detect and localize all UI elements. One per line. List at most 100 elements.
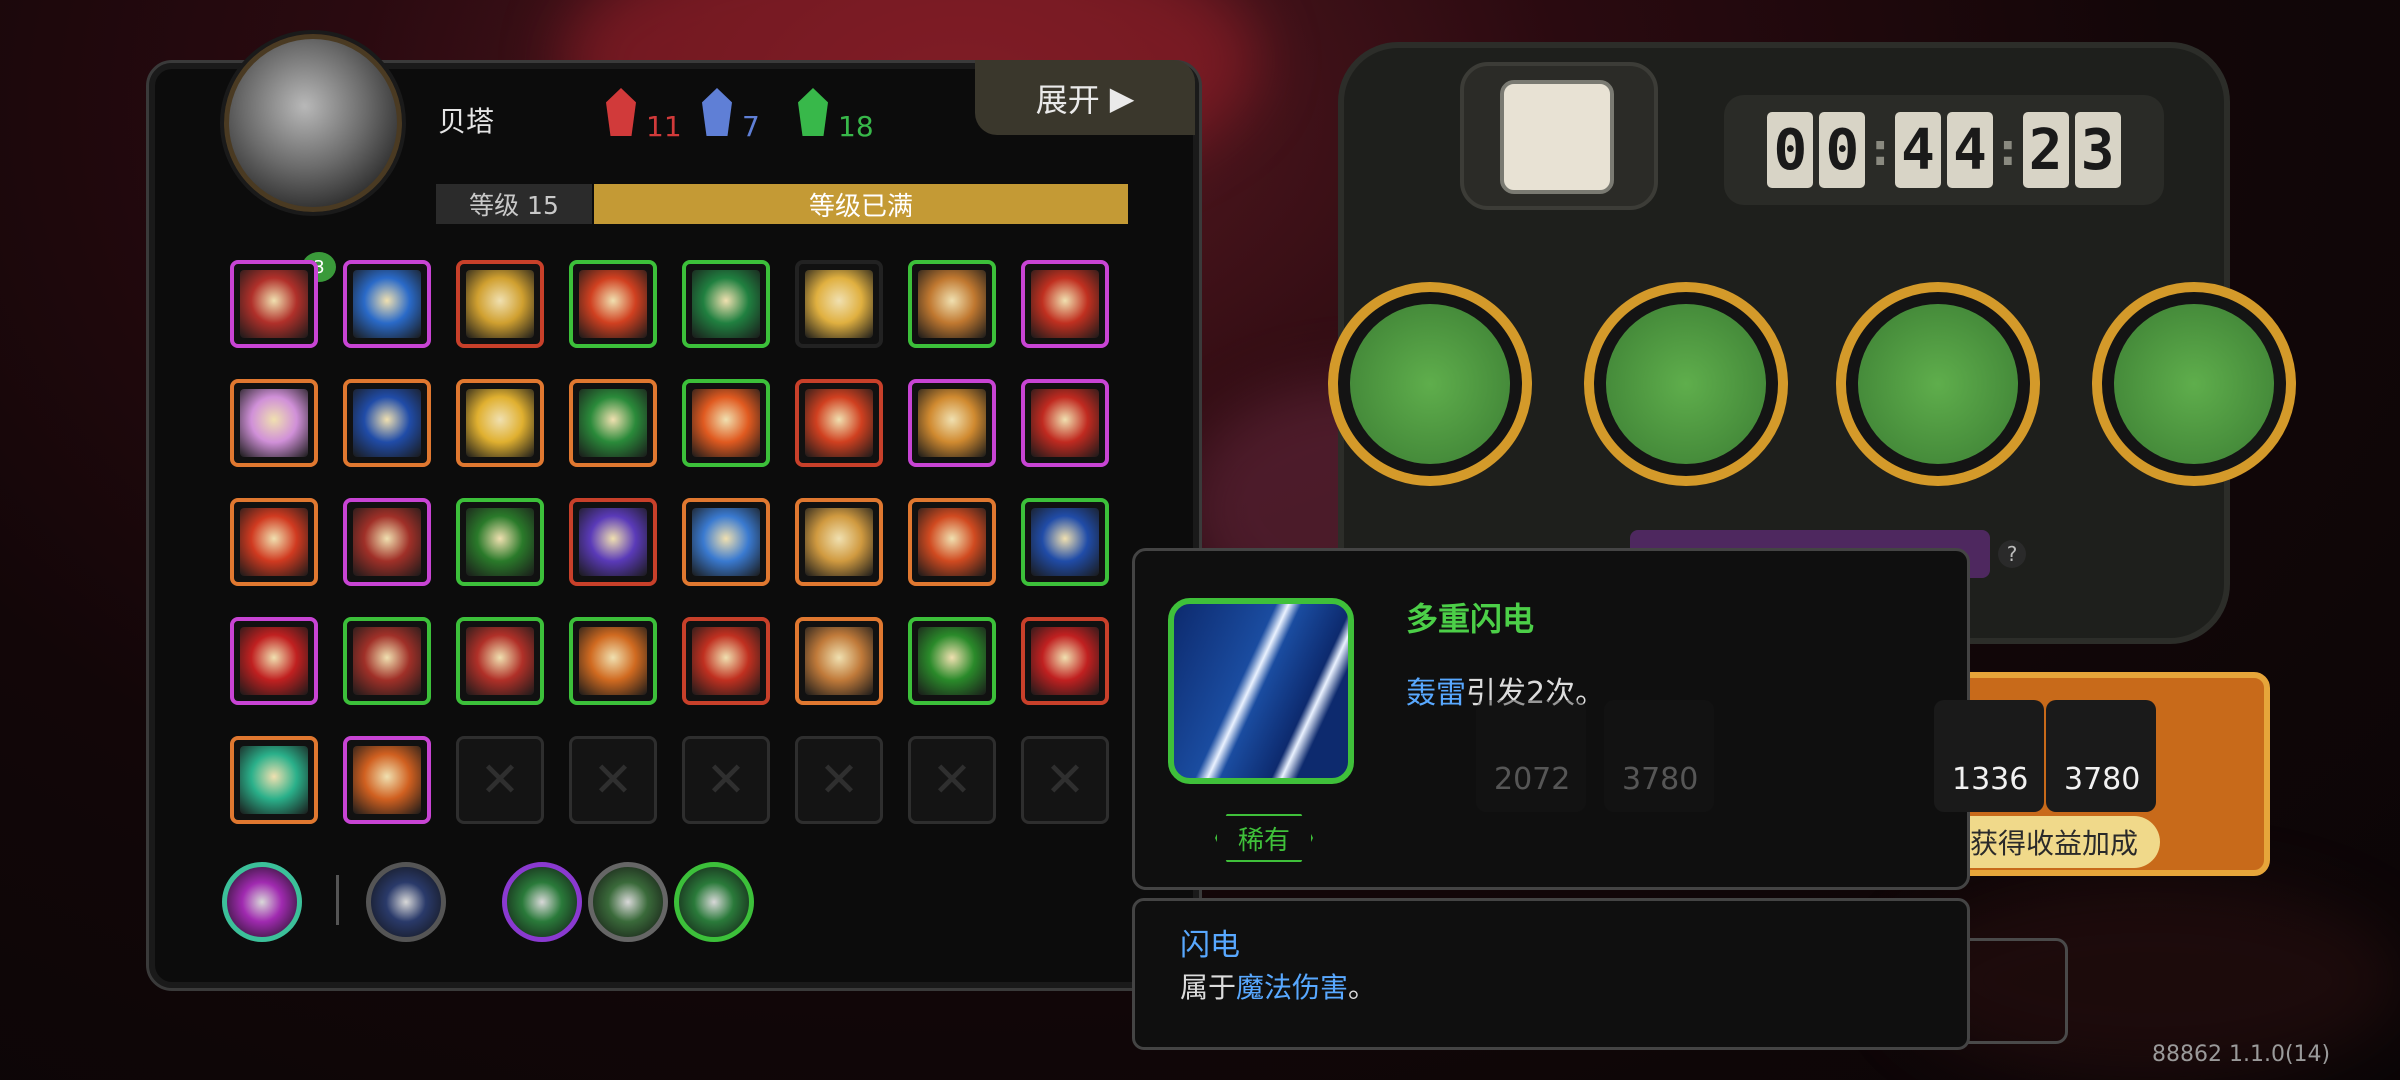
hero-dark-knight-portrait[interactable]	[1328, 282, 1532, 486]
skill-gold-ring-icon[interactable]	[908, 379, 996, 467]
skill-art	[805, 508, 873, 576]
empty-skill-slot: ✕	[456, 736, 544, 824]
hero-face	[2114, 304, 2274, 464]
help-icon[interactable]: ?	[1998, 540, 2026, 568]
skill-pillar-burst-icon[interactable]	[908, 260, 996, 348]
skill-art	[240, 627, 308, 695]
skill-storm-bolt-icon[interactable]	[343, 736, 431, 824]
skill-art	[1031, 627, 1099, 695]
skill-art	[579, 627, 647, 695]
skill-art	[466, 627, 534, 695]
skill-art	[579, 389, 647, 457]
hero-red-hood-portrait[interactable]	[1836, 282, 2040, 486]
skill-pointing-hand-icon[interactable]	[682, 617, 770, 705]
skill-art	[692, 389, 760, 457]
hero-face	[1350, 304, 1510, 464]
skill-art	[692, 627, 760, 695]
skill-crossed-blades-icon[interactable]	[230, 260, 318, 348]
skill-cloud-face-icon[interactable]	[795, 617, 883, 705]
empty-skill-slot: ✕	[1021, 736, 1109, 824]
skill-art	[579, 508, 647, 576]
skill-art	[353, 270, 421, 338]
skill-art	[466, 508, 534, 576]
skill-fire-sun-icon[interactable]	[230, 498, 318, 586]
skill-purple-fox-icon[interactable]	[569, 498, 657, 586]
duck-mascot-icon[interactable]	[1500, 80, 1614, 194]
skill-gold-frame-icon[interactable]	[569, 617, 657, 705]
blue-key-icon[interactable]	[366, 862, 446, 942]
timer-digit: 4	[1895, 112, 1941, 188]
skill-white-flow-icon[interactable]	[343, 379, 431, 467]
skill-flame-eagle-icon[interactable]	[682, 379, 770, 467]
skill-ghost-mask-icon[interactable]	[230, 379, 318, 467]
skill-sun-rise-icon[interactable]	[795, 260, 883, 348]
skill-target-cross-icon[interactable]	[1021, 379, 1109, 467]
skill-art	[353, 746, 421, 814]
hero-glasses-kid-portrait[interactable]	[2092, 282, 2296, 486]
skill-red-spiral-icon[interactable]	[456, 617, 544, 705]
potion-ring-icon[interactable]	[674, 862, 754, 942]
timer-digit: 0	[1819, 112, 1866, 188]
skill-red-arrow-icon[interactable]	[682, 260, 770, 348]
expand-button[interactable]: 展开 ▶	[975, 60, 1195, 135]
character-avatar	[224, 34, 402, 212]
empty-skill-slot: ✕	[682, 736, 770, 824]
skill-green-wings-icon[interactable]	[456, 498, 544, 586]
skill-shield-lightning-icon[interactable]	[343, 260, 431, 348]
skill-art	[1031, 508, 1099, 576]
skill-art	[466, 270, 534, 338]
skill-fire-swirl-icon[interactable]	[908, 498, 996, 586]
skill-art	[918, 627, 986, 695]
level-progress-bar: 等级已满	[594, 184, 1128, 224]
skill-art	[579, 270, 647, 338]
empty-skill-slot: ✕	[795, 736, 883, 824]
skill-art	[240, 746, 308, 814]
skill-art	[692, 270, 760, 338]
skill-art	[692, 508, 760, 576]
skill-green-trees-icon[interactable]	[456, 379, 544, 467]
skill-art	[805, 389, 873, 457]
skill-art	[918, 389, 986, 457]
resource-value: 3780	[2064, 762, 2141, 797]
hero-face	[1858, 304, 2018, 464]
divider	[336, 875, 339, 925]
skill-stone-pillar-icon[interactable]	[343, 498, 431, 586]
chevron-right-icon: ▶	[1109, 78, 1135, 117]
skill-green-mist-icon[interactable]	[230, 736, 318, 824]
skill-green-crystal-icon[interactable]	[908, 617, 996, 705]
resource-value: 2072	[1494, 762, 1571, 797]
skill-art	[240, 389, 308, 457]
skill-yellow-hand-icon[interactable]	[456, 260, 544, 348]
multi-lightning-icon	[1168, 598, 1354, 784]
skill-art	[805, 627, 873, 695]
character-name: 贝塔	[438, 105, 495, 138]
skill-art	[353, 508, 421, 576]
skill-art	[353, 627, 421, 695]
gem-count: 7	[742, 110, 760, 143]
empty-skill-slot: ✕	[908, 736, 996, 824]
skill-fire-stroke-icon[interactable]	[569, 260, 657, 348]
keyword-thunder[interactable]: 轰雷	[1406, 676, 1466, 711]
resource-value: 3780	[1622, 762, 1699, 797]
timer-digit: 0	[1767, 112, 1814, 188]
skill-blue-hand-icon[interactable]	[682, 498, 770, 586]
heart-ring-icon[interactable]	[502, 862, 582, 942]
rarity-badge: 稀有	[1215, 814, 1313, 862]
triangle-ring-icon[interactable]	[588, 862, 668, 942]
timer-digit: 2	[2022, 112, 2069, 188]
purple-flame-icon[interactable]	[222, 862, 302, 942]
run-timer: 00:44:23	[1724, 95, 2164, 205]
skill-green-tomb-icon[interactable]	[569, 379, 657, 467]
skill-splash-burst-icon[interactable]	[795, 498, 883, 586]
skill-fire-face-icon[interactable]	[795, 379, 883, 467]
skill-yellow-bolt-icon[interactable]	[1021, 260, 1109, 348]
skill-dark-hand-icon[interactable]	[343, 617, 431, 705]
skill-red-dragon-icon[interactable]	[1021, 617, 1109, 705]
timer-colon: :	[1999, 124, 2017, 176]
level-label: 等级 15	[436, 184, 592, 224]
empty-skill-slot: ✕	[569, 736, 657, 824]
skill-red-figure-icon[interactable]	[230, 617, 318, 705]
version-label: 88862 1.1.0(14)	[2152, 1042, 2331, 1067]
hero-horned-beast-portrait[interactable]	[1584, 282, 1788, 486]
skill-lightning-multi-icon[interactable]	[1021, 498, 1109, 586]
